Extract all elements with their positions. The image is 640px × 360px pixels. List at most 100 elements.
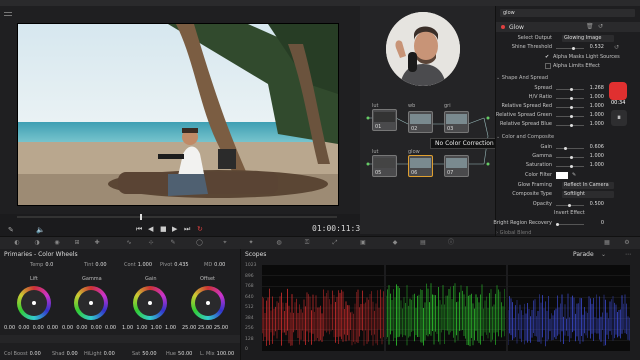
color-match-icon[interactable]: ◑ (34, 240, 40, 246)
sat-param[interactable]: Sat 50.00 (132, 351, 157, 357)
timecode-display: 01:00:11:37 (312, 224, 365, 233)
md-param[interactable]: MD 0.00 (204, 262, 225, 268)
cont-param[interactable]: Cont 1.000 (124, 262, 152, 268)
gain-values[interactable]: 1.00 1.00 1.00 1.00 (122, 325, 176, 331)
gamma-row: Gamma 1.000 (532, 153, 604, 159)
keyframes-icon[interactable]: ◆ (392, 240, 398, 246)
play-icon[interactable]: ▶ (172, 225, 177, 233)
node-07[interactable]: 07 (444, 155, 469, 177)
scopes-icon[interactable]: ▤ (420, 240, 426, 246)
record-button[interactable] (609, 82, 627, 100)
blue-waveform (507, 275, 630, 347)
timeline-scrubber[interactable] (17, 216, 337, 218)
alpha-limits-checkbox[interactable] (545, 63, 551, 69)
gain-slider[interactable] (564, 147, 567, 150)
col-boost-param[interactable]: Col Boost 0.00 (4, 351, 41, 357)
spread-slider[interactable] (570, 88, 573, 91)
temp-param[interactable]: Temp 0.0 (30, 262, 53, 268)
stop-icon[interactable]: ■ (160, 225, 167, 233)
info-icon[interactable]: ⓘ (448, 240, 454, 246)
chevron-down-icon[interactable]: ⌄ (601, 251, 606, 258)
node-02[interactable]: 02 (408, 111, 433, 133)
gain-label: Gain (145, 276, 157, 282)
node-01[interactable]: 01 (372, 109, 397, 131)
pivot-param[interactable]: Pivot 0.435 (160, 262, 189, 268)
shad-param[interactable]: Shad 0.00 (52, 351, 78, 357)
lmix-param[interactable]: L. Mix 100.00 (200, 351, 234, 357)
loop-icon[interactable]: ↻ (197, 225, 203, 233)
hue-param[interactable]: Hue 50.00 (166, 351, 192, 357)
settings-icon[interactable]: ⚙ (624, 240, 630, 246)
bright-region-row: Bright Region Recovery 0 (493, 220, 604, 226)
gamma-slider[interactable] (570, 156, 573, 159)
brush-icon[interactable]: ✎ (8, 226, 14, 234)
alpha-masks-checkbox[interactable]: ✔ (545, 54, 549, 60)
scopes-panel: Scopes Parade ⌄ ⋯ 1023 896 768 640 512 384 256… (240, 249, 640, 360)
gamma-values[interactable]: 0.00 0.00 0.00 0.00 (62, 325, 116, 331)
select-output-dropdown[interactable]: Glowing Image (562, 35, 614, 42)
offset-label: Offset (200, 276, 216, 282)
reset-icon[interactable]: ↺ (614, 44, 619, 51)
offset-wheel[interactable] (191, 286, 225, 320)
curves-icon[interactable]: ∿ (126, 240, 132, 246)
bright-region-slider[interactable] (556, 223, 559, 226)
reset-effect-icon[interactable]: ↺ (598, 23, 603, 30)
shape-spread-section[interactable]: ⌄ Shape And Spread (496, 75, 640, 81)
scope-scale-label: 384 (245, 315, 254, 321)
volume-icon[interactable]: 🔈 (36, 226, 45, 234)
saturation-slider[interactable] (570, 165, 573, 168)
gamma-wheel[interactable] (74, 286, 108, 320)
glow-framing-dropdown[interactable]: Reflect In Camera (562, 182, 614, 189)
rel-spread-green-slider[interactable] (570, 115, 573, 118)
rel-spread-red-slider[interactable] (570, 106, 573, 109)
viewer-options-icon[interactable] (4, 12, 12, 18)
pause-button[interactable]: ⏸ (611, 110, 627, 126)
hv-ratio-slider[interactable] (570, 97, 573, 100)
green-parade (385, 265, 506, 351)
tint-param[interactable]: Tint 0.00 (84, 262, 107, 268)
more-options-icon[interactable]: ⋯ (625, 251, 631, 258)
warper-icon[interactable]: ⊹ (148, 240, 154, 246)
scope-scale-label: 640 (245, 294, 254, 300)
lift-values[interactable]: 0.00 0.00 0.00 0.00 (4, 325, 58, 331)
green-waveform (385, 275, 506, 347)
camera-raw-icon[interactable]: ◐ (14, 240, 20, 246)
eyedropper-icon[interactable]: ✎ (572, 172, 576, 178)
lightbox-icon[interactable]: ▦ (604, 240, 610, 246)
composite-type-dropdown[interactable]: Softlight (562, 191, 614, 198)
color-filter-swatch[interactable] (556, 172, 568, 179)
sizing-icon[interactable]: ⤢ (332, 240, 338, 246)
offset-values[interactable]: 25.00 25.00 25.00 (182, 325, 228, 331)
window-icon[interactable]: ◯ (196, 240, 203, 246)
effect-enable-icon[interactable] (501, 25, 505, 29)
lift-wheel[interactable] (17, 286, 51, 320)
delete-icon[interactable]: 🗑 (586, 23, 594, 30)
node-label: gri (444, 103, 451, 109)
skip-forward-icon[interactable]: ⏭ (184, 225, 190, 234)
gain-wheel[interactable] (133, 286, 167, 320)
node-03[interactable]: 03 (444, 111, 469, 133)
effects-search-input[interactable]: glow (500, 9, 635, 17)
magic-mask-icon[interactable]: ✦ (248, 240, 254, 246)
hilight-param[interactable]: HiLight 0.00 (84, 351, 115, 357)
tracker-icon[interactable]: ⌖ (222, 240, 228, 246)
skip-back-icon[interactable]: ⏮ (136, 225, 142, 234)
color-wheels-icon[interactable]: ◉ (54, 240, 60, 246)
node-05[interactable]: 05 (372, 155, 397, 177)
playhead[interactable] (140, 214, 142, 220)
scope-mode-dropdown[interactable]: Parade (573, 251, 594, 258)
qualifier-icon[interactable]: ✎ (170, 240, 176, 246)
blur-icon[interactable]: ◍ (276, 240, 282, 246)
rgb-mixer-icon[interactable]: ⊞ (74, 240, 80, 246)
play-reverse-icon[interactable]: ◀ (148, 225, 153, 233)
color-composite-section[interactable]: ⌄ Color and Composite (496, 134, 640, 140)
opacity-slider[interactable] (568, 204, 571, 207)
shine-threshold-slider[interactable] (572, 47, 575, 50)
presenter-image (386, 12, 460, 86)
rel-spread-blue-slider[interactable] (570, 124, 573, 127)
invert-effect-checkbox[interactable]: Invert Effect (554, 210, 585, 216)
3d-icon[interactable]: ▣ (360, 240, 366, 246)
key-icon[interactable]: ⚿ (304, 240, 310, 246)
node-06[interactable]: 06 (408, 155, 433, 177)
motion-effects-icon[interactable]: ✚ (94, 240, 100, 246)
